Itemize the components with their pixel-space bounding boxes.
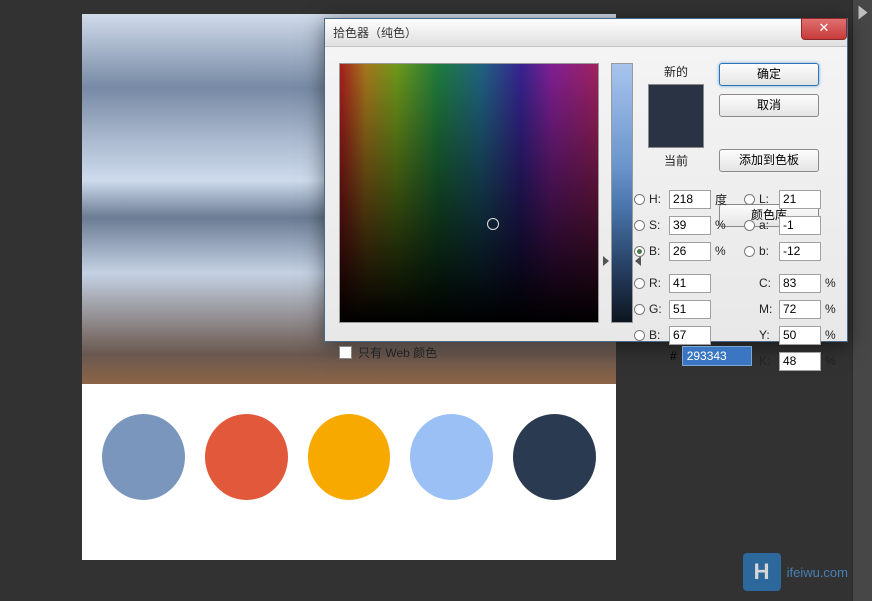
k-input[interactable]: [779, 352, 821, 371]
g-label: G:: [649, 302, 665, 316]
new-color-swatch: [649, 85, 703, 116]
bv-input[interactable]: [669, 242, 711, 261]
k-label: K:: [759, 354, 775, 368]
y-unit: %: [825, 328, 841, 342]
h-label: H:: [649, 192, 665, 206]
bv-label: B:: [649, 244, 665, 258]
c-label: C:: [759, 276, 775, 290]
c-unit: %: [825, 276, 841, 290]
s-unit: %: [715, 218, 731, 232]
color-preview[interactable]: [648, 84, 704, 148]
watermark-logo: H: [743, 553, 781, 591]
bv-unit: %: [715, 244, 731, 258]
r-input[interactable]: [669, 274, 711, 293]
l-label: L:: [759, 192, 775, 206]
ok-button[interactable]: 确定: [719, 63, 819, 86]
mode-l-radio[interactable]: [744, 194, 755, 205]
hex-input[interactable]: [682, 346, 752, 366]
current-color-swatch: [649, 116, 703, 147]
watermark: H ifeiwu.com: [743, 553, 848, 591]
mode-a-radio[interactable]: [744, 220, 755, 231]
s-input[interactable]: [669, 216, 711, 235]
h-input[interactable]: [669, 190, 711, 209]
m-unit: %: [825, 302, 841, 316]
y-input[interactable]: [779, 326, 821, 345]
k-unit: %: [825, 354, 841, 368]
l-input[interactable]: [779, 190, 821, 209]
palette-swatch[interactable]: [410, 414, 493, 500]
add-to-swatches-button[interactable]: 添加到色板: [719, 149, 819, 172]
close-button[interactable]: ✕: [801, 18, 847, 40]
s-label: S:: [649, 218, 665, 232]
mode-h-radio[interactable]: [634, 194, 645, 205]
hex-label: #: [670, 349, 677, 363]
bc-label: B:: [649, 328, 665, 342]
mode-b-radio[interactable]: [634, 246, 645, 257]
watermark-text: ifeiwu.com: [787, 565, 848, 580]
dialog-titlebar[interactable]: 拾色器（纯色） ✕: [325, 19, 847, 47]
cancel-button[interactable]: 取消: [719, 94, 819, 117]
m-input[interactable]: [779, 300, 821, 319]
r-label: R:: [649, 276, 665, 290]
color-slider[interactable]: [611, 63, 633, 323]
bc-input[interactable]: [669, 326, 711, 345]
lb-label: b:: [759, 244, 775, 258]
palette-swatch[interactable]: [308, 414, 391, 500]
palette-swatch[interactable]: [102, 414, 185, 500]
slider-arrow-icon: [603, 256, 609, 266]
a-input[interactable]: [779, 216, 821, 235]
web-only-checkbox[interactable]: [339, 346, 352, 359]
g-input[interactable]: [669, 300, 711, 319]
m-label: M:: [759, 302, 775, 316]
c-input[interactable]: [779, 274, 821, 293]
palette-swatch[interactable]: [205, 414, 288, 500]
y-label: Y:: [759, 328, 775, 342]
color-field-cursor: [487, 218, 499, 230]
close-icon: ✕: [819, 20, 830, 35]
mode-g-radio[interactable]: [634, 304, 645, 315]
mode-r-radio[interactable]: [634, 278, 645, 289]
new-color-label: 新的: [645, 63, 707, 80]
mode-lb-radio[interactable]: [744, 246, 755, 257]
mode-s-radio[interactable]: [634, 220, 645, 231]
lb-input[interactable]: [779, 242, 821, 261]
color-field[interactable]: [339, 63, 599, 323]
current-color-label: 当前: [645, 152, 707, 169]
a-label: a:: [759, 218, 775, 232]
palette-swatch[interactable]: [513, 414, 596, 500]
mode-bc-radio[interactable]: [634, 330, 645, 341]
h-unit: 度: [715, 191, 731, 208]
panel-flyout-icon[interactable]: [859, 6, 868, 20]
dialog-title: 拾色器（纯色）: [333, 24, 417, 41]
web-only-label: 只有 Web 颜色: [358, 344, 437, 361]
palette-row: [82, 384, 616, 530]
right-panel: [852, 0, 872, 601]
